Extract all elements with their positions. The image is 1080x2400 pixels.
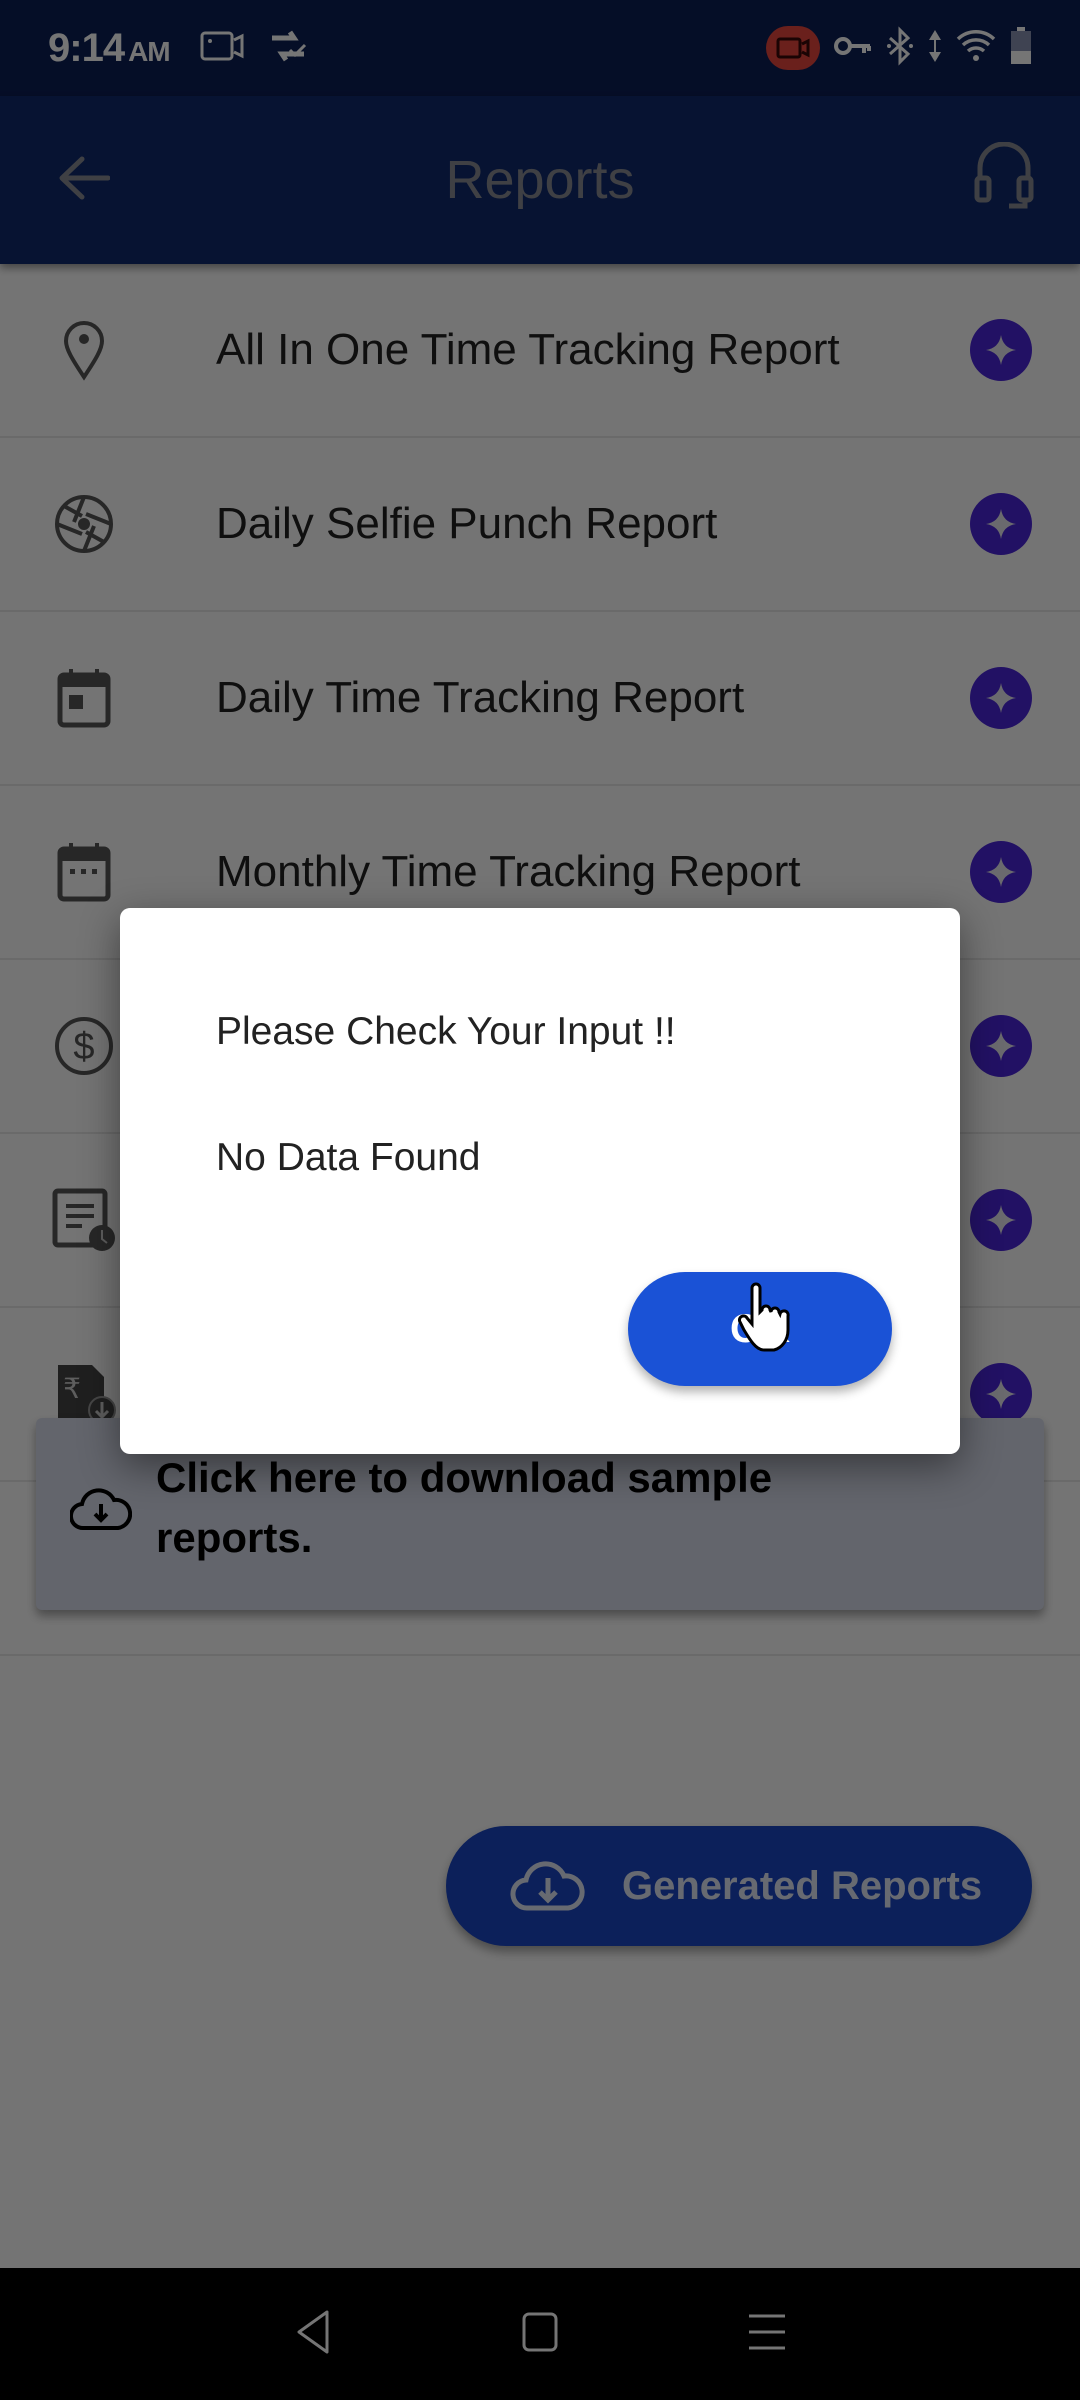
dialog-title: Please Check Your Input !! — [216, 1010, 676, 1053]
dialog-message: No Data Found — [216, 1136, 481, 1179]
hand-pointer-icon — [738, 1282, 794, 1362]
alert-dialog: Please Check Your Input !! No Data Found… — [120, 908, 960, 1454]
ok-button[interactable]: OK — [628, 1272, 892, 1386]
